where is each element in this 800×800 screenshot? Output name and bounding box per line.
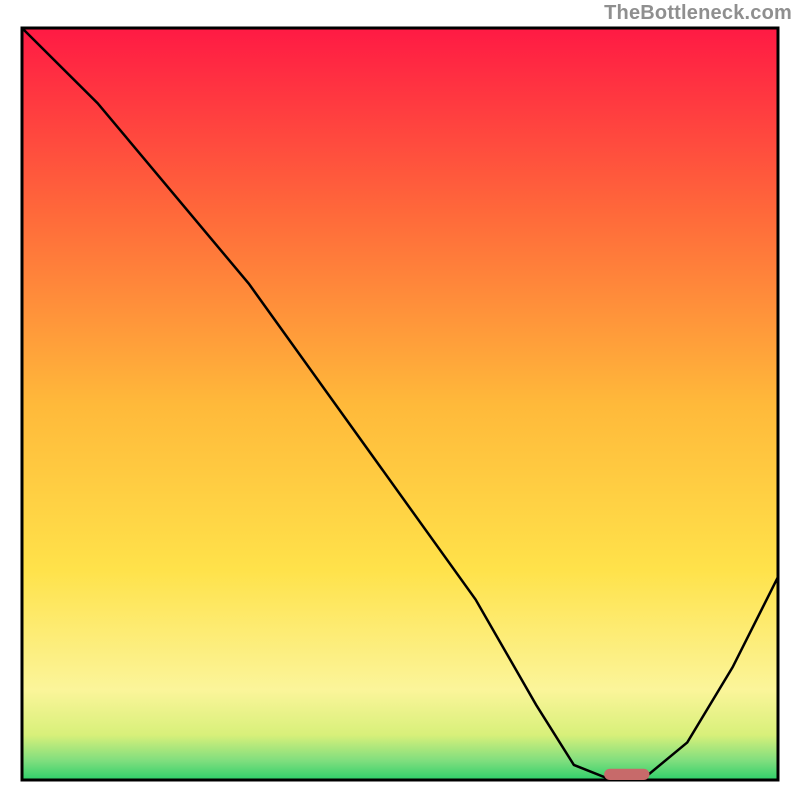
chart-svg bbox=[0, 0, 800, 800]
optimum-marker bbox=[604, 769, 649, 780]
plot-background bbox=[22, 28, 778, 780]
bottleneck-chart: TheBottleneck.com bbox=[0, 0, 800, 800]
watermark-text: TheBottleneck.com bbox=[604, 2, 792, 25]
